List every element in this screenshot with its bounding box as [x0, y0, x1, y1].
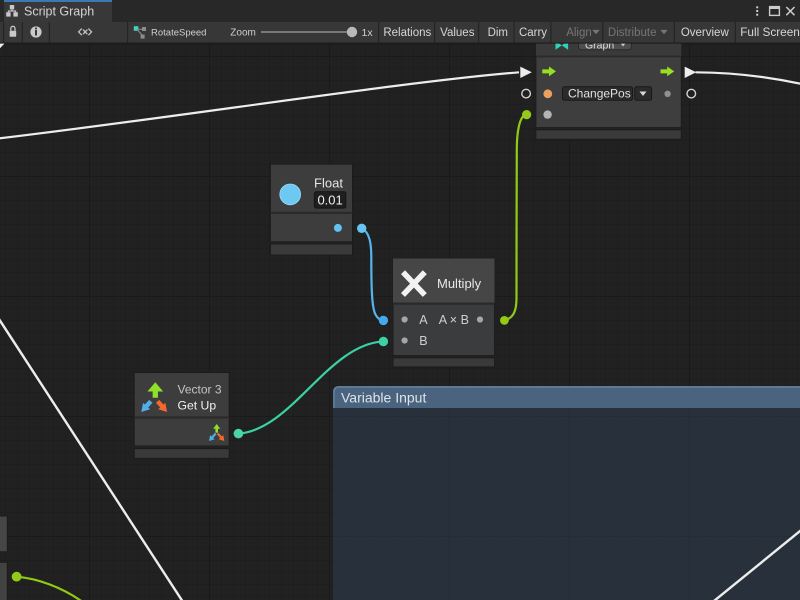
svg-text:1x: 1x: [362, 27, 374, 39]
svg-text:Carry: Carry: [519, 27, 547, 39]
svg-text:Relations: Relations: [383, 27, 431, 39]
svg-text:B: B: [419, 334, 427, 348]
svg-text:Float: Float: [314, 175, 343, 190]
svg-text:A × B: A × B: [439, 313, 469, 327]
svg-text:Zoom: Zoom: [230, 28, 256, 39]
svg-text:Full Screen: Full Screen: [740, 25, 800, 39]
svg-text:Values: Values: [440, 27, 475, 39]
svg-text:Distribute: Distribute: [608, 27, 657, 39]
svg-text:A: A: [419, 313, 428, 327]
svg-text:0.01: 0.01: [317, 193, 342, 208]
svg-text:Multiply: Multiply: [437, 276, 482, 291]
svg-text:Dim: Dim: [488, 27, 508, 39]
svg-text:Script Graph: Script Graph: [24, 5, 94, 19]
svg-text:ChangePos: ChangePos: [568, 87, 631, 101]
svg-text:Vector 3: Vector 3: [178, 382, 222, 396]
svg-text:Overview: Overview: [681, 27, 730, 39]
svg-text:Align: Align: [566, 27, 592, 39]
svg-text:Get Up: Get Up: [178, 398, 217, 412]
svg-text:Variable Input: Variable Input: [341, 390, 426, 406]
svg-text:RotateSpeed: RotateSpeed: [151, 27, 206, 38]
